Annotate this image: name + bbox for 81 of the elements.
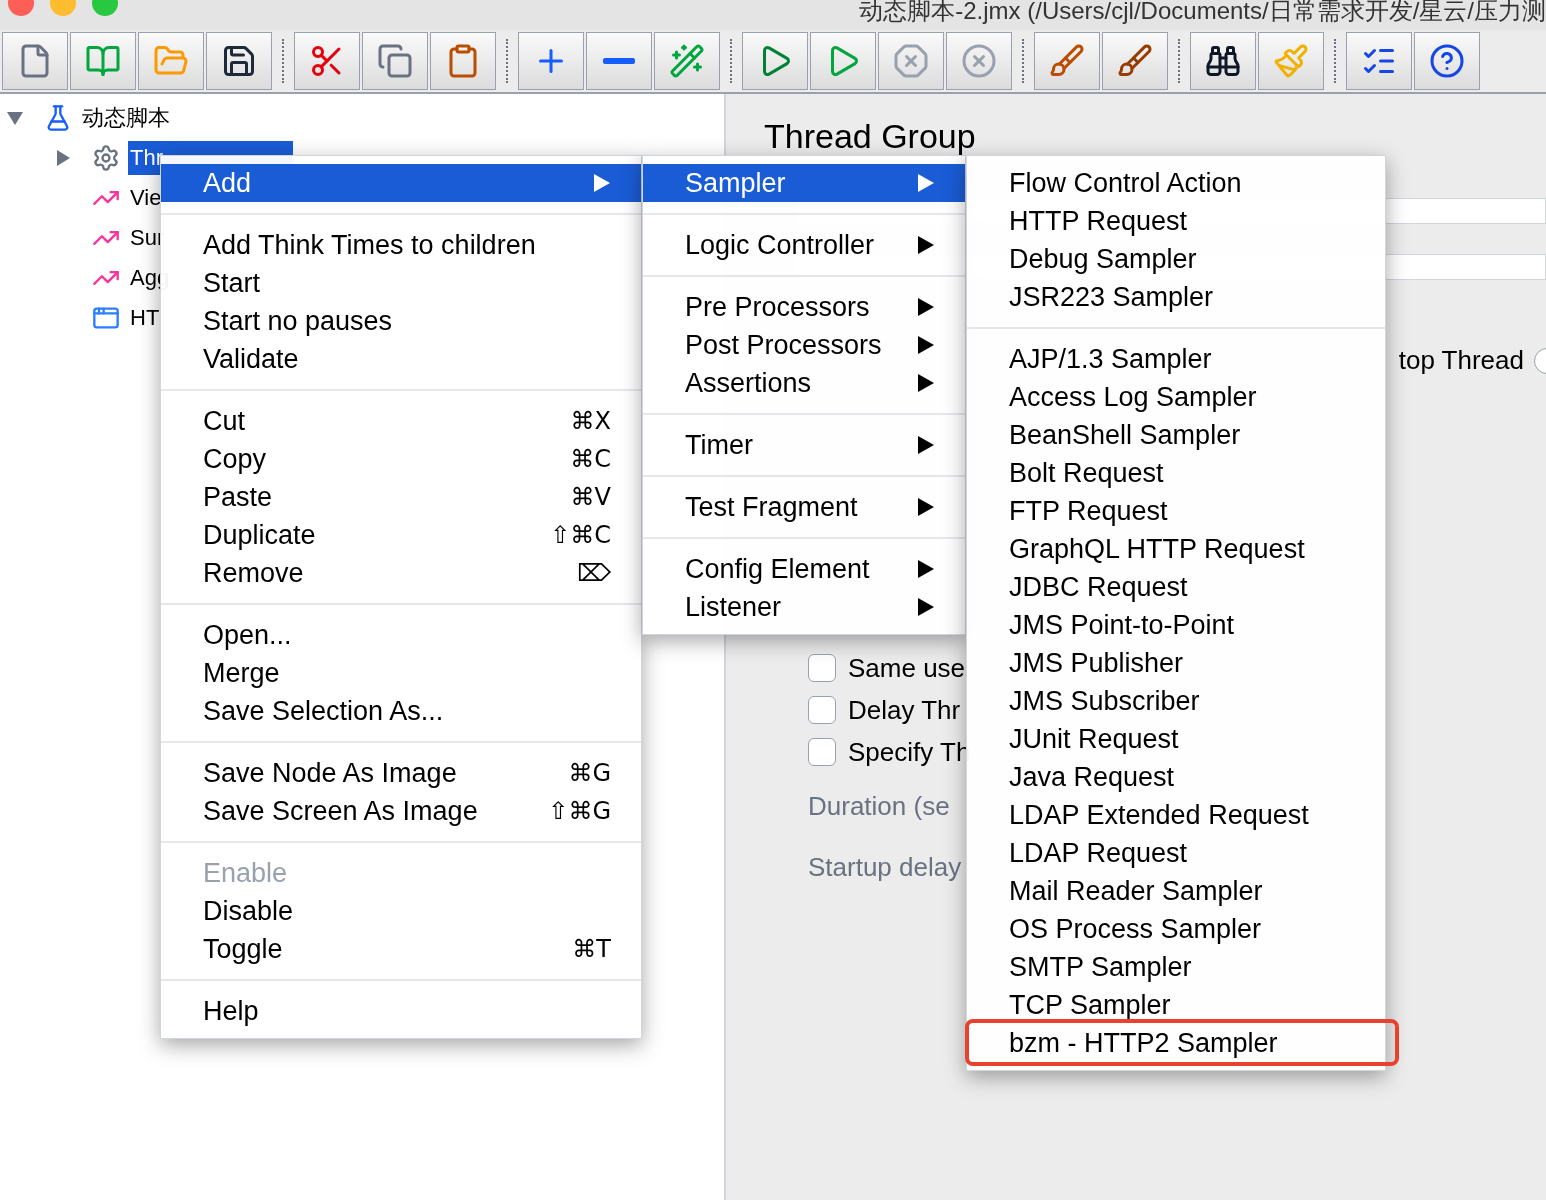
brush-icon (1049, 43, 1085, 79)
menu-item[interactable]: Toggle ⌘T (161, 930, 641, 968)
stop-icon (893, 43, 929, 79)
menu-item[interactable]: Open... (161, 616, 641, 654)
wand-icon (669, 43, 705, 79)
toolbar-button[interactable] (1346, 32, 1412, 90)
menu-item[interactable]: Assertions (643, 364, 965, 402)
field-label: Duration (se (808, 790, 950, 823)
menu-item[interactable]: AJP/1.3 Sampler (967, 340, 1385, 378)
book-icon (85, 43, 121, 79)
toolbar-button[interactable] (1190, 32, 1256, 90)
menu-item[interactable]: Access Log Sampler (967, 378, 1385, 416)
menu-item[interactable]: Debug Sampler (967, 240, 1385, 278)
menu-item[interactable]: Save Selection As... (161, 692, 641, 730)
toolbar-button[interactable] (206, 32, 272, 90)
menu-item[interactable]: LDAP Request (967, 834, 1385, 872)
menu-item[interactable]: JMS Publisher (967, 644, 1385, 682)
menu-item[interactable]: HTTP Request (967, 202, 1385, 240)
close-circle-icon (961, 43, 997, 79)
checkbox-label: Same use (848, 651, 966, 685)
help-icon (1429, 43, 1465, 79)
menu-item[interactable]: Java Request (967, 758, 1385, 796)
save-icon (221, 43, 257, 79)
menu-item[interactable]: Add Think Times to children (161, 226, 641, 264)
menu-item[interactable]: Duplicate ⇧⌘C (161, 516, 641, 554)
menu-item[interactable]: TCP Sampler (967, 986, 1385, 1024)
gear-icon (92, 144, 120, 172)
menu-item[interactable]: Help (161, 992, 641, 1030)
menu-item[interactable]: JDBC Request (967, 568, 1385, 606)
checkbox[interactable] (808, 696, 836, 724)
brush-icon (1117, 43, 1153, 79)
checkbox-label: Delay Thr (848, 693, 961, 727)
menu-item[interactable]: Remove ⌦ (161, 554, 641, 592)
menu-item[interactable]: GraphQL HTTP Request (967, 530, 1385, 568)
broom-icon (1273, 43, 1309, 79)
menu-item[interactable]: JMS Subscriber (967, 682, 1385, 720)
menu-item[interactable]: BeanShell Sampler (967, 416, 1385, 454)
menu-item[interactable]: Cut ⌘X (161, 402, 641, 440)
expanded-arrow-icon[interactable] (6, 109, 24, 127)
menu-item[interactable]: Save Node As Image ⌘G (161, 754, 641, 792)
radio-label: top Thread (1398, 344, 1524, 377)
menu-item[interactable]: Add (161, 164, 641, 202)
menu-item[interactable]: Paste ⌘V (161, 478, 641, 516)
checkbox[interactable] (808, 654, 836, 682)
menu-item[interactable]: SMTP Sampler (967, 948, 1385, 986)
checkbox[interactable] (808, 738, 836, 766)
menu-item[interactable]: FTP Request (967, 492, 1385, 530)
menu-item[interactable]: Validate (161, 340, 641, 378)
menu-item[interactable]: Timer (643, 426, 965, 464)
menu-item[interactable]: Mail Reader Sampler (967, 872, 1385, 910)
field-label: Startup delay (808, 851, 962, 884)
copy-icon (377, 43, 413, 79)
toolbar-button[interactable] (1102, 32, 1168, 90)
menu-item[interactable]: OS Process Sampler (967, 910, 1385, 948)
menu-item[interactable]: Disable (161, 892, 641, 930)
tree-item[interactable]: Vie (128, 181, 164, 215)
tree-item[interactable]: 动态脚本 (80, 101, 172, 135)
menu-item[interactable]: Save Screen As Image ⇧⌘G (161, 792, 641, 830)
menu-item[interactable]: LDAP Extended Request (967, 796, 1385, 834)
menu-item[interactable]: Pre Processors (643, 288, 965, 326)
menu-item[interactable]: Copy ⌘C (161, 440, 641, 478)
menu-item[interactable]: Config Element (643, 550, 965, 588)
menu-item[interactable]: Bolt Request (967, 454, 1385, 492)
minus-icon (601, 57, 637, 65)
collapsed-arrow-icon[interactable] (54, 149, 72, 167)
toolbar-button[interactable] (1414, 32, 1480, 90)
tree-item[interactable]: HT (128, 301, 162, 335)
menu-item[interactable]: Start no pauses (161, 302, 641, 340)
menu-item[interactable]: JMS Point-to-Point (967, 606, 1385, 644)
menu-item[interactable]: Listener (643, 588, 965, 626)
menu-item[interactable]: Test Fragment (643, 488, 965, 526)
menu-item[interactable]: Sampler (643, 164, 965, 202)
menu-item[interactable]: Logic Controller (643, 226, 965, 264)
menu-item[interactable]: bzm - HTTP2 Sampler (967, 1024, 1385, 1062)
menu-item[interactable]: Post Processors (643, 326, 965, 364)
menu-item[interactable]: Flow Control Action (967, 164, 1385, 202)
panel-title: Thread Group (764, 116, 977, 157)
menu-item[interactable]: JUnit Request (967, 720, 1385, 758)
binoculars-icon (1205, 43, 1241, 79)
menu-item[interactable]: JSR223 Sampler (967, 278, 1385, 316)
menu-item[interactable]: Merge (161, 654, 641, 692)
